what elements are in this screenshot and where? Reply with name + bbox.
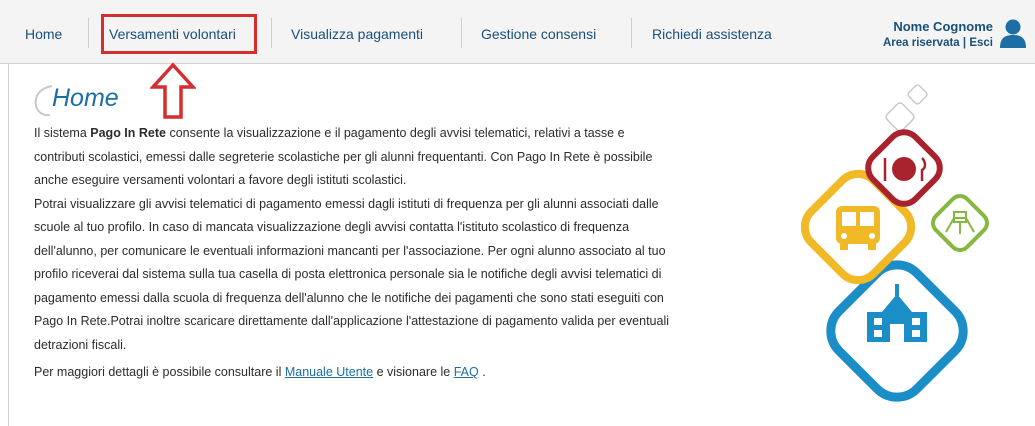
text: dell'alunno, per comunicare le eventuali… bbox=[34, 243, 666, 258]
text: detrazioni fiscali. bbox=[34, 337, 127, 352]
text: Potrai visualizzare gli avvisi telematic… bbox=[34, 196, 659, 211]
highlight-box bbox=[101, 14, 257, 54]
nav-separator bbox=[461, 18, 462, 48]
user-links: Area riservata | Esci bbox=[883, 37, 993, 49]
text: consente la visualizzazione e il pagamen… bbox=[165, 126, 625, 140]
text: pagamento emessi dalla scuola di frequen… bbox=[34, 290, 664, 305]
school-services-illustration bbox=[800, 84, 989, 402]
link-divider: | bbox=[962, 37, 967, 49]
user-name: Nome Cognome bbox=[893, 19, 993, 34]
up-arrow-icon bbox=[150, 62, 196, 119]
decor-diamond bbox=[885, 102, 915, 132]
text: Pago In Rete.Potrai inoltre scaricare di… bbox=[34, 314, 670, 328]
intro-paragraph: Il sistema Pago In Rete consente la visu… bbox=[34, 122, 794, 193]
logout-link[interactable]: Esci bbox=[969, 37, 993, 49]
manuale-utente-link[interactable]: Manuale Utente bbox=[285, 365, 373, 379]
nav-gestione-consensi[interactable]: Gestione consensi bbox=[481, 26, 596, 42]
user-avatar-icon[interactable] bbox=[999, 18, 1027, 48]
nav-home[interactable]: Home bbox=[25, 26, 62, 42]
text: contributi scolastici, emessi dalle segr… bbox=[34, 149, 653, 164]
nav-separator bbox=[88, 18, 89, 48]
playground-icon bbox=[931, 194, 989, 252]
page-content: Il sistema Pago In Rete consente la visu… bbox=[34, 122, 794, 385]
text: Il sistema bbox=[34, 126, 91, 140]
faq-link[interactable]: FAQ bbox=[454, 365, 479, 379]
text: anche eseguire versamenti volontari a fa… bbox=[34, 173, 407, 187]
content-left-border bbox=[8, 63, 9, 426]
reserved-area-link[interactable]: Area riservata bbox=[883, 37, 960, 49]
nav-visualizza-pagamenti[interactable]: Visualizza pagamenti bbox=[291, 26, 423, 42]
links-paragraph: Per maggiori dettagli è possibile consul… bbox=[34, 361, 794, 385]
decor-diamond bbox=[907, 84, 928, 105]
text: e visionare le bbox=[373, 365, 454, 379]
nav-richiedi-assistenza[interactable]: Richiedi assistenza bbox=[652, 26, 772, 42]
nav-separator bbox=[631, 18, 632, 48]
text: . bbox=[478, 365, 486, 379]
text: profilo riceverai dal sistema sulla tua … bbox=[34, 267, 662, 281]
nav-separator bbox=[271, 18, 272, 48]
page-title: Home bbox=[52, 84, 119, 112]
text: Per maggiori dettagli è possibile consul… bbox=[34, 365, 285, 379]
brand-name: Pago In Rete bbox=[90, 126, 166, 140]
top-navigation-bar: Home Versamenti volontari Visualizza pag… bbox=[0, 0, 1035, 64]
details-paragraph: Potrai visualizzare gli avvisi telematic… bbox=[34, 193, 794, 358]
text: scuole al tuo profilo. In caso di mancat… bbox=[34, 220, 630, 234]
